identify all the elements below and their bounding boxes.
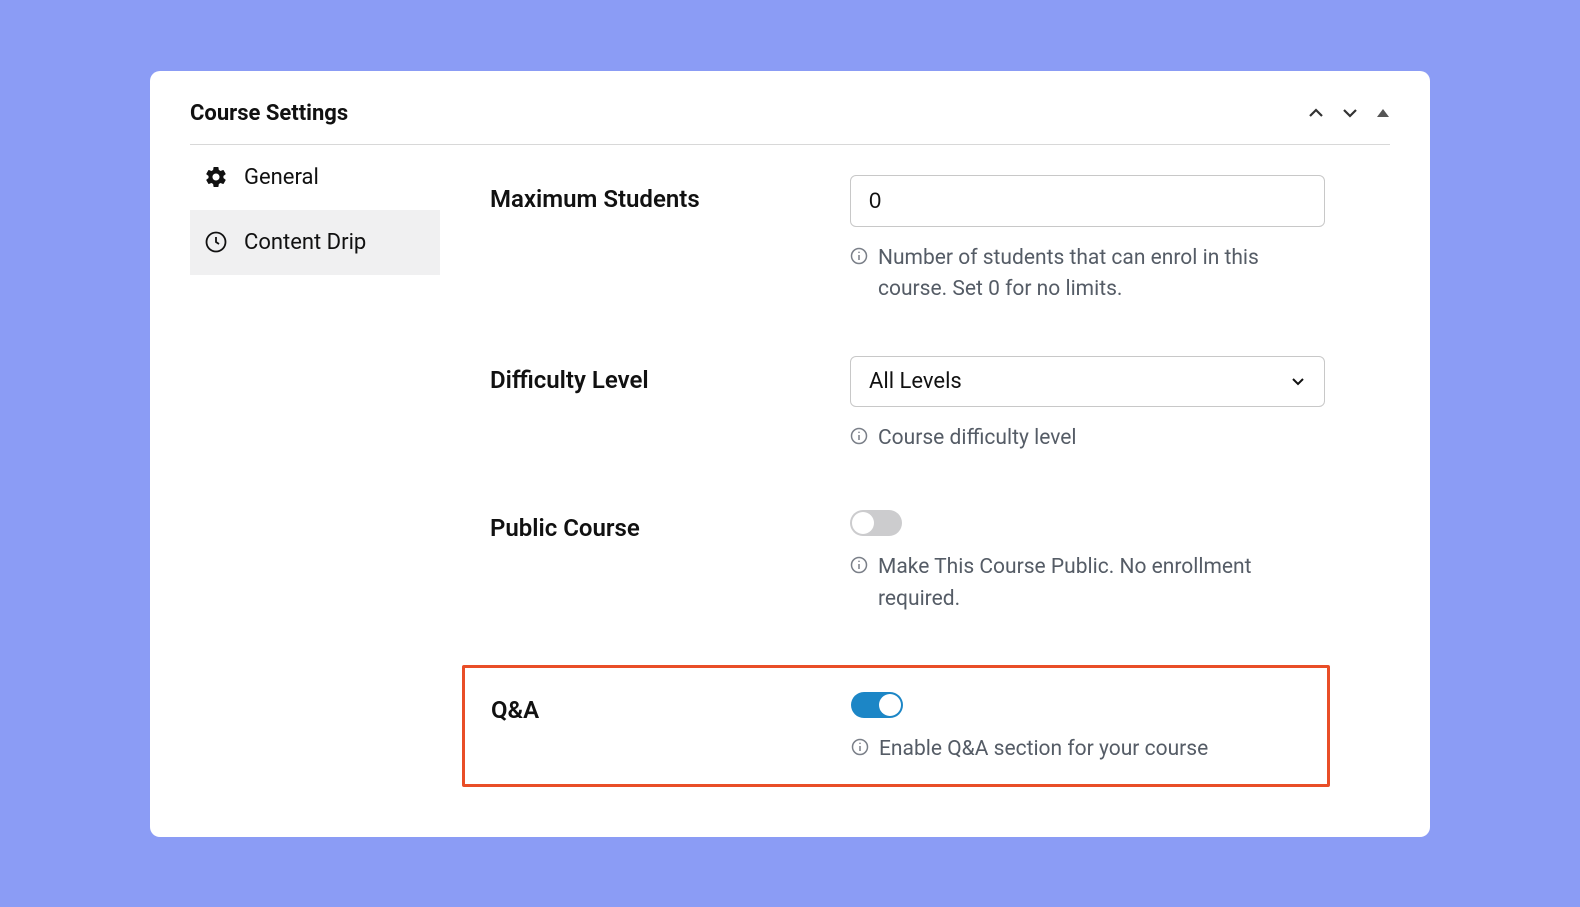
qa-row: Q&A Enable Q&A section for your course (491, 686, 1327, 766)
sidebar-item-content-drip[interactable]: Content Drip (190, 210, 440, 275)
public-course-help: Make This Course Public. No enrollment r… (850, 552, 1325, 615)
panel-body: General Content Drip Maximum Students Nu… (190, 145, 1390, 787)
settings-sidebar: General Content Drip (190, 145, 440, 787)
max-students-label: Maximum Students (490, 175, 850, 213)
difficulty-select[interactable]: All Levels (850, 356, 1325, 407)
sidebar-item-label: General (244, 165, 319, 190)
info-icon (851, 738, 869, 756)
qa-highlight: Q&A Enable Q&A section for your course (462, 665, 1330, 787)
panel-header: Course Settings (190, 101, 1390, 145)
difficulty-help: Course difficulty level (850, 423, 1325, 455)
public-course-row: Public Course Make This Course Public. N… (490, 504, 1360, 615)
course-settings-panel: Course Settings General Content Drip Max… (150, 71, 1430, 837)
public-course-control: Make This Course Public. No enrollment r… (850, 504, 1360, 615)
sidebar-item-general[interactable]: General (190, 145, 440, 210)
difficulty-control: All Levels Course difficulty level (850, 356, 1360, 455)
toggle-knob (879, 694, 901, 716)
max-students-input[interactable] (850, 175, 1325, 227)
public-course-toggle[interactable] (850, 510, 902, 536)
move-up-icon[interactable] (1308, 105, 1324, 121)
sidebar-item-label: Content Drip (244, 230, 366, 255)
difficulty-label: Difficulty Level (490, 356, 850, 394)
qa-label: Q&A (491, 686, 851, 724)
difficulty-row: Difficulty Level All Levels Course diffi… (490, 356, 1360, 455)
panel-title: Course Settings (190, 101, 348, 126)
settings-content: Maximum Students Number of students that… (440, 145, 1390, 787)
gear-icon (204, 165, 228, 189)
qa-control: Enable Q&A section for your course (851, 686, 1327, 766)
header-actions (1308, 105, 1390, 121)
info-icon (850, 556, 868, 574)
toggle-knob (852, 512, 874, 534)
max-students-control: Number of students that can enrol in thi… (850, 175, 1360, 306)
qa-toggle[interactable] (851, 692, 903, 718)
info-icon (850, 427, 868, 445)
max-students-row: Maximum Students Number of students that… (490, 175, 1360, 306)
info-icon (850, 247, 868, 265)
qa-help: Enable Q&A section for your course (851, 734, 1326, 766)
clock-icon (204, 230, 228, 254)
max-students-help: Number of students that can enrol in thi… (850, 243, 1325, 306)
move-down-icon[interactable] (1342, 105, 1358, 121)
collapse-icon[interactable] (1376, 106, 1390, 120)
public-course-label: Public Course (490, 504, 850, 542)
